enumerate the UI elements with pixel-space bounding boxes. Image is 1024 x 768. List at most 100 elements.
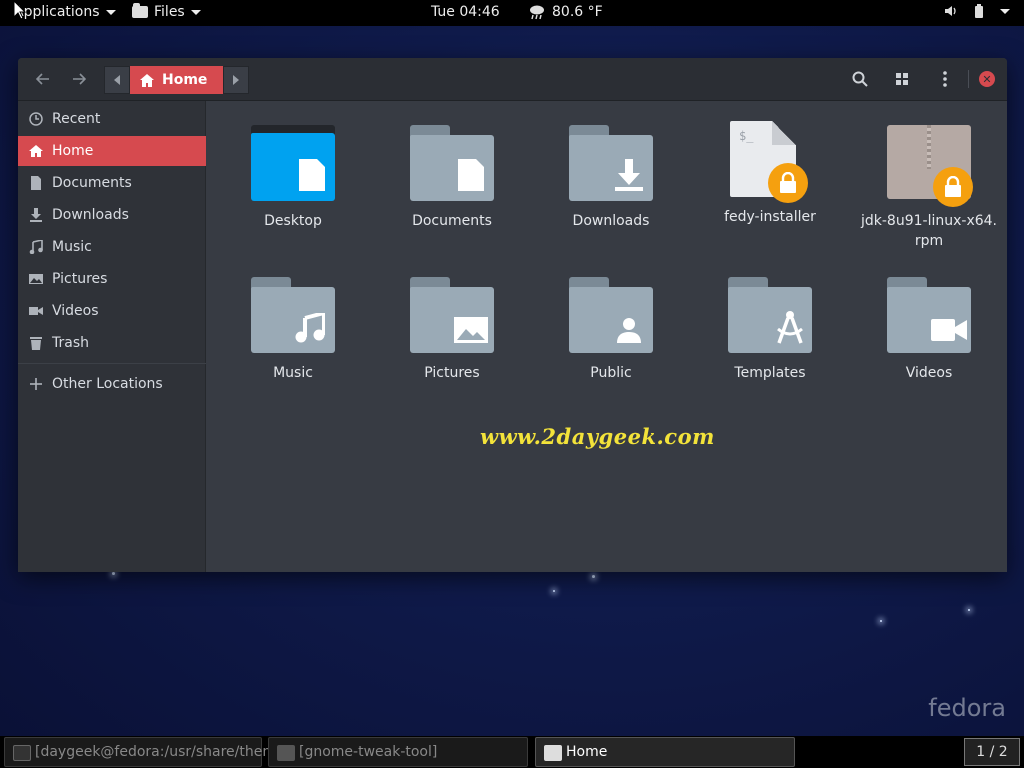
sidebar-item-recent[interactable]: Recent xyxy=(18,104,206,134)
user-icon xyxy=(617,318,641,343)
task-label: [gnome-tweak-tool] xyxy=(299,744,438,760)
tweak-tool-icon xyxy=(277,745,295,761)
sidebar-item-label: Videos xyxy=(52,303,99,319)
sidebar-item-label: Home xyxy=(52,143,94,159)
path-bar: Home xyxy=(104,66,250,94)
archive-file-icon xyxy=(887,125,973,207)
public-folder-icon xyxy=(569,277,653,353)
picture-icon xyxy=(29,274,43,284)
file-item-downloads[interactable]: Downloads xyxy=(536,125,686,231)
volume-icon xyxy=(945,6,956,16)
background-star xyxy=(112,572,115,575)
trash-icon xyxy=(30,337,42,350)
sidebar-item-label: Recent xyxy=(52,111,101,127)
home-icon xyxy=(29,145,43,157)
sidebar-separator xyxy=(18,363,206,364)
arrow-right-icon xyxy=(73,73,86,85)
chevron-down-icon xyxy=(190,9,201,15)
file-item-jdk-rpm[interactable]: jdk-8u91-linux-x64. rpm xyxy=(854,125,1004,251)
window-list-bar: [daygeek@fedora:/usr/share/them... [gnom… xyxy=(0,736,1024,768)
lock-icon xyxy=(933,167,973,207)
pictures-folder-icon xyxy=(410,277,494,353)
sidebar-item-label: Other Locations xyxy=(52,376,163,392)
download-icon xyxy=(30,208,42,222)
close-button[interactable]: ✕ xyxy=(979,71,995,87)
lock-icon xyxy=(768,163,808,203)
file-item-music[interactable]: Music xyxy=(218,277,368,383)
weather-indicator[interactable]: 80.6 °F xyxy=(528,4,603,20)
search-icon xyxy=(852,71,868,87)
path-scroll-left-button[interactable] xyxy=(104,66,130,94)
places-sidebar: Recent Home Documents Downloads Music Pi… xyxy=(18,101,206,572)
workspace-pager[interactable]: 1 / 2 xyxy=(964,738,1020,766)
files-label: Files xyxy=(154,4,185,20)
sidebar-item-videos[interactable]: Videos xyxy=(18,296,206,326)
task-label: [daygeek@fedora:/usr/share/them... xyxy=(35,744,290,760)
file-item-desktop[interactable]: Desktop xyxy=(218,125,368,231)
file-item-documents[interactable]: Documents xyxy=(377,125,527,231)
mouse-pointer-icon xyxy=(13,0,27,20)
music-icon xyxy=(29,240,43,254)
file-item-public[interactable]: Public xyxy=(536,277,686,383)
picture-icon xyxy=(454,317,488,343)
folder-icon xyxy=(544,745,562,761)
sidebar-item-label: Trash xyxy=(52,335,89,351)
sidebar-item-music[interactable]: Music xyxy=(18,232,206,262)
sidebar-item-label: Music xyxy=(52,239,92,255)
grid-view-icon xyxy=(896,73,908,85)
music-folder-icon xyxy=(251,277,335,353)
forward-button[interactable] xyxy=(64,66,94,92)
breadcrumb-home[interactable]: Home xyxy=(130,66,224,94)
arrow-left-icon xyxy=(36,73,49,85)
back-button[interactable] xyxy=(28,66,58,92)
sidebar-item-other-locations[interactable]: Other Locations xyxy=(18,369,206,399)
task-gnome-tweak-tool[interactable]: [gnome-tweak-tool] xyxy=(268,737,528,767)
folder-icon xyxy=(132,3,148,18)
plus-icon xyxy=(30,378,42,390)
search-button[interactable] xyxy=(845,66,875,92)
clock[interactable]: Tue 04:46 xyxy=(431,4,500,20)
task-label: Home xyxy=(566,744,608,760)
file-item-label: Downloads xyxy=(572,213,650,229)
triangle-left-icon xyxy=(114,75,120,85)
file-item-pictures[interactable]: Pictures xyxy=(377,277,527,383)
task-terminal[interactable]: [daygeek@fedora:/usr/share/them... xyxy=(4,737,289,767)
file-item-label: Desktop xyxy=(264,213,322,229)
file-item-label: Videos xyxy=(905,365,953,381)
header-separator xyxy=(968,70,969,88)
triangle-right-icon xyxy=(233,75,240,85)
system-tray[interactable] xyxy=(944,4,1010,18)
task-home[interactable]: Home xyxy=(535,737,795,767)
path-scroll-right-button[interactable] xyxy=(223,66,250,94)
sidebar-item-documents[interactable]: Documents xyxy=(18,168,206,198)
file-item-fedy-installer[interactable]: $_ fedy-installer xyxy=(695,121,845,227)
sidebar-item-downloads[interactable]: Downloads xyxy=(18,200,206,230)
file-item-templates[interactable]: Templates xyxy=(695,277,845,383)
file-item-label: Documents xyxy=(412,213,492,229)
script-file-icon: $_ xyxy=(730,121,810,203)
sidebar-item-trash[interactable]: Trash xyxy=(18,328,206,358)
video-icon xyxy=(931,319,967,341)
sidebar-item-label: Documents xyxy=(52,175,132,191)
menu-button[interactable] xyxy=(930,66,960,92)
background-star xyxy=(592,575,595,578)
zipper-glyph xyxy=(927,125,931,169)
fedora-logo: fedora xyxy=(928,694,1006,722)
sidebar-item-pictures[interactable]: Pictures xyxy=(18,264,206,294)
background-star xyxy=(553,590,555,592)
sidebar-item-home[interactable]: Home xyxy=(18,136,206,166)
desktop-folder-icon xyxy=(251,125,335,201)
view-toggle-button[interactable] xyxy=(887,66,917,92)
file-item-label: Pictures xyxy=(424,365,480,381)
breadcrumb-label: Home xyxy=(162,72,208,88)
video-icon xyxy=(29,307,43,315)
file-item-label: fedy-installer xyxy=(724,209,816,225)
background-star xyxy=(880,620,882,622)
applications-menu[interactable]: Applications xyxy=(14,4,116,20)
terminal-prompt-glyph: $_ xyxy=(739,129,754,143)
file-item-videos[interactable]: Videos xyxy=(854,277,1004,383)
website-watermark: www.2daygeek.com xyxy=(480,424,715,449)
file-item-label: Music xyxy=(273,365,313,381)
files-app-menu[interactable]: Files xyxy=(132,3,201,20)
music-icon xyxy=(295,313,325,343)
